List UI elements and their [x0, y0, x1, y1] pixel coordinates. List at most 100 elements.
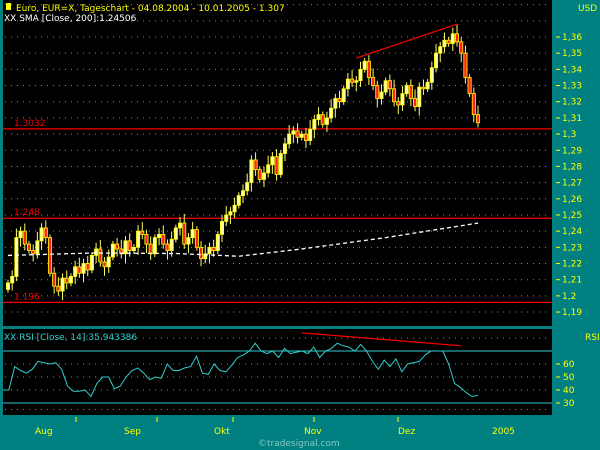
candle [299, 133, 304, 138]
candle [148, 243, 153, 255]
rsi-tick-label: 50 [563, 373, 575, 383]
candle [123, 240, 128, 255]
rsi-unit-label: RSI [585, 333, 600, 343]
candle [64, 277, 69, 284]
candle [43, 227, 48, 239]
price-tick-label: 1,21 [562, 276, 582, 286]
candle [228, 211, 233, 216]
candle [47, 237, 52, 274]
candle [10, 276, 15, 284]
price-tick-label: 1,2 [562, 292, 576, 302]
price-tick-label: 1,29 [562, 146, 582, 156]
candle [110, 243, 115, 258]
candle [77, 266, 82, 274]
price-tick-label: 1,3 [562, 130, 576, 140]
candle [429, 67, 434, 83]
candle [178, 222, 183, 229]
price-tick-label: 1,24 [562, 227, 582, 237]
candle [39, 227, 44, 242]
candle [392, 88, 397, 103]
candle [186, 237, 191, 245]
candle [396, 101, 401, 106]
candle [459, 41, 464, 54]
candle [102, 261, 107, 268]
candle [60, 277, 65, 292]
candle [421, 86, 426, 90]
candle [408, 85, 413, 99]
candle [371, 77, 376, 86]
month-label: 2005 [492, 427, 515, 437]
candle [312, 119, 317, 130]
candle [316, 114, 321, 120]
candle [31, 250, 36, 255]
candle [417, 86, 422, 107]
candle [165, 243, 170, 251]
candle [207, 246, 212, 255]
candle [463, 52, 468, 78]
candle [224, 214, 229, 222]
candle [358, 68, 363, 82]
price-tick-label: 1,23 [562, 243, 582, 253]
candle [161, 233, 166, 245]
candle [324, 117, 329, 125]
candle [270, 156, 275, 166]
candle [379, 91, 384, 99]
price-tick-label: 1,34 [562, 65, 582, 75]
candle [287, 133, 292, 145]
candle [85, 263, 90, 271]
candle [438, 46, 443, 54]
candle [350, 78, 355, 83]
candle [329, 107, 334, 119]
watermark: ©tradesignal.com [258, 439, 340, 449]
candle [68, 276, 73, 284]
rsi-legend: XX RSI [Close, 14]:35.943386 [4, 333, 137, 343]
price-tick-label: 1,22 [562, 260, 582, 270]
candle [467, 77, 472, 95]
candle [182, 222, 187, 245]
chart: 1.3032 1.248 1.196 1,19 1,2 1,21 1,22 1,23 1,24… [3, 0, 600, 449]
candle [383, 80, 388, 93]
candle [450, 33, 455, 44]
candle [81, 263, 86, 274]
candle [387, 80, 392, 90]
candle [152, 237, 157, 255]
candle [157, 233, 162, 239]
candle [278, 153, 283, 175]
chart-title: Euro, EUR=X, Tageschart - 04.08.2004 - 1… [16, 4, 285, 14]
candle [140, 230, 145, 235]
candle [375, 85, 380, 99]
candle [362, 60, 367, 70]
candle [127, 240, 132, 251]
price-unit-label: USD [578, 4, 597, 14]
candle [425, 81, 430, 90]
candle [442, 39, 447, 48]
candle [236, 195, 241, 206]
candle [115, 243, 120, 250]
candle [22, 230, 27, 245]
candle [56, 285, 61, 292]
month-label: Aug [35, 427, 53, 437]
candle [261, 172, 266, 180]
candle [345, 78, 350, 90]
candle [89, 255, 94, 271]
price-tick-label: 1,31 [562, 114, 582, 124]
candle [295, 130, 300, 138]
candle [303, 133, 308, 141]
candle [52, 272, 57, 287]
rsi-tick-label: 60 [563, 360, 575, 370]
candle [475, 114, 480, 124]
candle [245, 182, 250, 192]
candle [190, 229, 195, 239]
candle [413, 98, 418, 107]
candle [240, 190, 245, 196]
candle [291, 130, 296, 135]
price-tick-label: 1,33 [562, 82, 582, 92]
candle [232, 204, 237, 213]
rsi-tick-label: 30 [563, 399, 575, 409]
candle [131, 246, 136, 251]
price-tick-label: 1,27 [562, 179, 582, 189]
series-marker-icon [6, 3, 11, 10]
month-label: Sep [124, 427, 141, 437]
candle [320, 114, 325, 125]
candle [446, 39, 451, 44]
